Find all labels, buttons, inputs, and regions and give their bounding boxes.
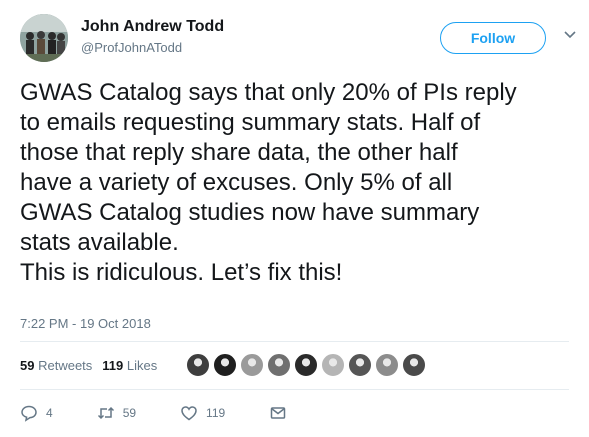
tweet-line: stats available. [20,229,179,256]
liker-avatar[interactable] [267,353,291,377]
chevron-down-icon[interactable] [563,28,577,42]
tweet-line: GWAS Catalog says that only 20% of PIs r… [20,79,517,106]
divider [20,389,569,390]
avatar[interactable] [20,14,68,62]
action-bar: 4 59 119 [20,404,339,422]
like-button[interactable]: 119 [180,404,225,422]
liker-avatar[interactable] [375,353,399,377]
liker-avatar[interactable] [348,353,372,377]
likes-label: Likes [126,358,158,373]
retweet-button[interactable]: 59 [97,404,136,422]
liker-avatar[interactable] [213,353,237,377]
divider [20,341,569,342]
message-icon [270,407,286,419]
reply-button[interactable]: 4 [20,404,53,422]
tweet-line: those that reply share data, the other h… [20,139,458,166]
reply-icon [21,405,37,422]
avatar-photo [20,14,68,62]
tweet-card: John Andrew Todd @ProfJohnATodd Follow G… [0,0,589,437]
likes-count: 119 [102,358,124,373]
liker-avatars [186,353,429,377]
liker-avatar[interactable] [186,353,210,377]
liker-avatar[interactable] [240,353,264,377]
liker-avatar[interactable] [321,353,345,377]
tweet-line: have a variety of excuses. Only 5% of al… [20,169,453,196]
display-name[interactable]: John Andrew Todd [81,18,224,36]
retweets-stat[interactable]: 59 Retweets [20,358,92,373]
like-icon [181,406,197,421]
liker-avatar[interactable] [294,353,318,377]
likes-stat[interactable]: 119 Likes [102,358,157,373]
tweet-line: GWAS Catalog studies now have summary [20,199,480,226]
direct-message-button[interactable] [269,404,295,422]
user-handle[interactable]: @ProfJohnATodd [81,40,182,55]
tweet-line: This is ridiculous. Let’s fix this! [20,259,343,286]
retweet-count: 59 [122,406,137,420]
tweet-text: GWAS Catalog says that only 20% of PIs r… [20,78,580,288]
retweets-label: Retweets [38,358,93,373]
liker-avatar[interactable] [402,353,426,377]
retweets-count: 59 [20,358,35,373]
tweet-line: to emails requesting summary stats. Half… [20,109,481,136]
engagement-stats: 59 Retweets 119 Likes [20,358,157,373]
follow-button[interactable]: Follow [440,22,546,54]
retweet-icon [97,406,114,420]
reply-count: 4 [46,406,53,420]
timestamp[interactable]: 7:22 PM - 19 Oct 2018 [20,316,151,331]
like-count: 119 [206,406,226,420]
